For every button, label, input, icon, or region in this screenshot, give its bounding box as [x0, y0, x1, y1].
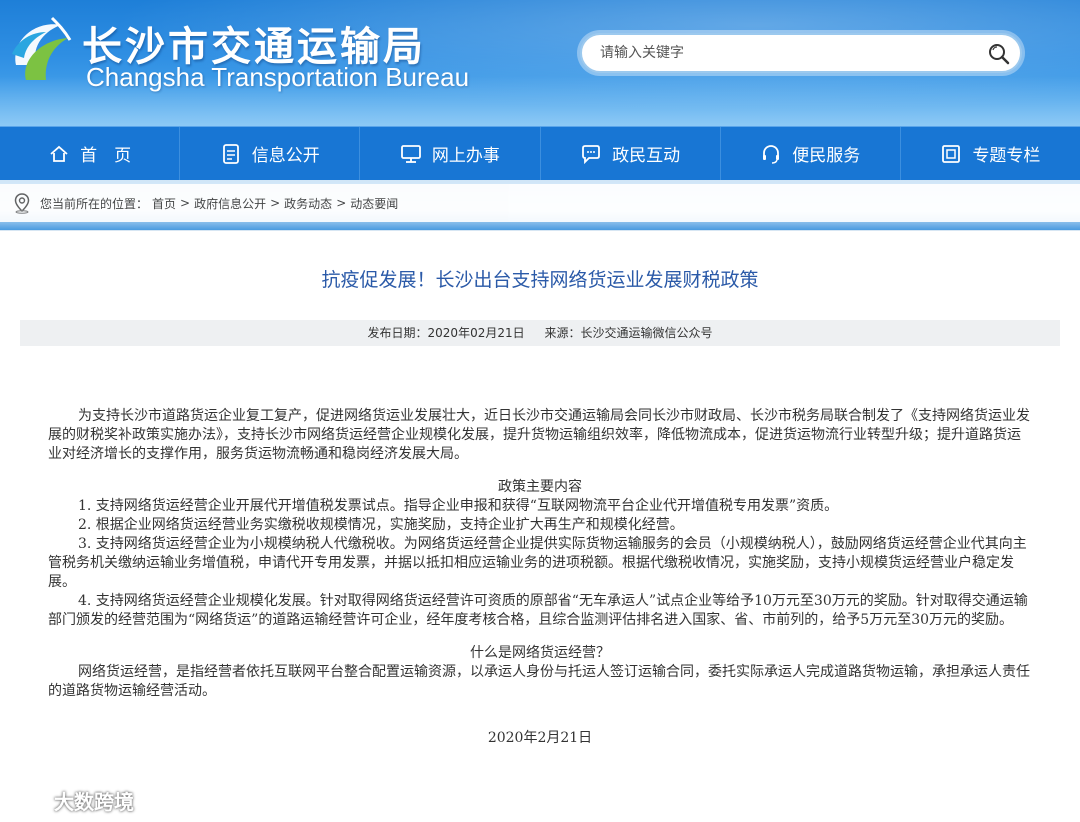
intro-paragraph: 为支持长沙市道路货运企业复工复产，促进网络货运业发展壮大，近日长沙市交通运输局会… — [48, 408, 1030, 462]
breadcrumb-prefix: 您当前所在的位置： — [40, 196, 149, 211]
article: 抗疫促发展！长沙出台支持网络货运业发展财税政策 发布日期：2020年02月21日… — [0, 230, 1080, 822]
policy-item: 3. 支持网络货运经营企业为小规模纳税人代缴税收。为网络货运经营企业提供实际货物… — [48, 536, 1027, 590]
nav-item-online-service[interactable]: 网上办事 — [360, 127, 541, 180]
headset-icon — [763, 144, 780, 164]
breadcrumb-item-home[interactable]: 首页 — [152, 195, 176, 212]
search-icon[interactable] — [986, 41, 1012, 67]
document-icon — [222, 143, 239, 164]
site-header: 长沙市交通运输局 Changsha Transportation Bureau — [0, 0, 1080, 126]
main-nav: 首 页 信息公开 网上办事 政民互动 便民服务 专题专栏 — [0, 126, 1080, 180]
search-box — [580, 33, 1022, 73]
nav-label: 便民服务 — [792, 146, 861, 166]
breadcrumb-separator: > — [336, 196, 347, 210]
article-meta: 发布日期：2020年02月21日 来源：长沙交通运输微信公众号 — [20, 320, 1060, 346]
breadcrumb-item-news[interactable]: 动态要闻 — [350, 195, 398, 212]
breadcrumb-separator: > — [180, 196, 191, 210]
nav-item-topics[interactable]: 专题专栏 — [901, 127, 1080, 180]
home-icon — [50, 145, 68, 162]
faq-heading: 什么是网络货运经营？ — [470, 645, 610, 661]
article-title: 抗疫促发展！长沙出台支持网络货运业发展财税政策 — [321, 269, 759, 291]
chat-icon — [582, 144, 600, 164]
nav-item-interaction[interactable]: 政民互动 — [541, 127, 721, 180]
article-body: 为支持长沙市道路货运企业复工复产，促进网络货运业发展壮大，近日长沙市交通运输局会… — [48, 407, 1032, 748]
nav-item-info[interactable]: 信息公开 — [180, 127, 361, 180]
nav-label: 首 页 — [80, 146, 132, 166]
policy-item: 1. 支持网络货运经营企业开展代开增值税发票试点。指导企业申报和获得“互联网物流… — [78, 498, 839, 514]
faq-paragraph: 网络货运经营，是指经营者依托互联网平台整合配置运输资源，以承运人身份与托运人签订… — [48, 664, 1030, 699]
publish-date: 发布日期：2020年02月21日 — [367, 326, 525, 340]
nav-label: 专题专栏 — [972, 146, 1041, 166]
nav-label: 政民互动 — [612, 146, 681, 166]
monitor-icon — [401, 144, 421, 163]
nav-item-public-service[interactable]: 便民服务 — [721, 127, 901, 180]
nav-item-home[interactable]: 首 页 — [0, 127, 181, 180]
watermark-logo-icon — [10, 791, 46, 810]
topic-icon — [942, 144, 961, 163]
nav-label: 信息公开 — [251, 146, 320, 166]
watermark-text: 大数跨境 — [54, 790, 134, 814]
location-pin-icon — [14, 193, 30, 214]
breadcrumb-item-gov-info[interactable]: 政府信息公开 — [194, 195, 266, 212]
policy-heading: 政策主要内容 — [498, 479, 582, 495]
breadcrumb-item-gov-news[interactable]: 政务动态 — [284, 195, 332, 212]
site-title-en: Changsha Transportation Bureau — [86, 62, 470, 92]
sign-date: 2020年2月21日 — [487, 730, 593, 746]
search-input[interactable] — [600, 43, 970, 63]
changsha-transport-logo-icon[interactable] — [6, 10, 76, 90]
breadcrumb-separator: > — [270, 196, 281, 210]
article-source: 来源：长沙交通运输微信公众号 — [544, 326, 713, 340]
breadcrumb: 您当前所在的位置： 首页 > 政府信息公开 > 政务动态 > 动态要闻 — [0, 184, 1080, 222]
policy-item: 4. 支持网络货运经营企业规模化发展。针对取得网络货运经营许可资质的原部省“无车… — [48, 593, 1028, 628]
policy-item: 2. 根据企业网络货运经营业务实缴税收规模情况，实施奖励，支持企业扩大再生产和规… — [78, 517, 684, 533]
nav-label: 网上办事 — [431, 146, 500, 166]
watermark: 大数跨境 — [8, 786, 134, 815]
